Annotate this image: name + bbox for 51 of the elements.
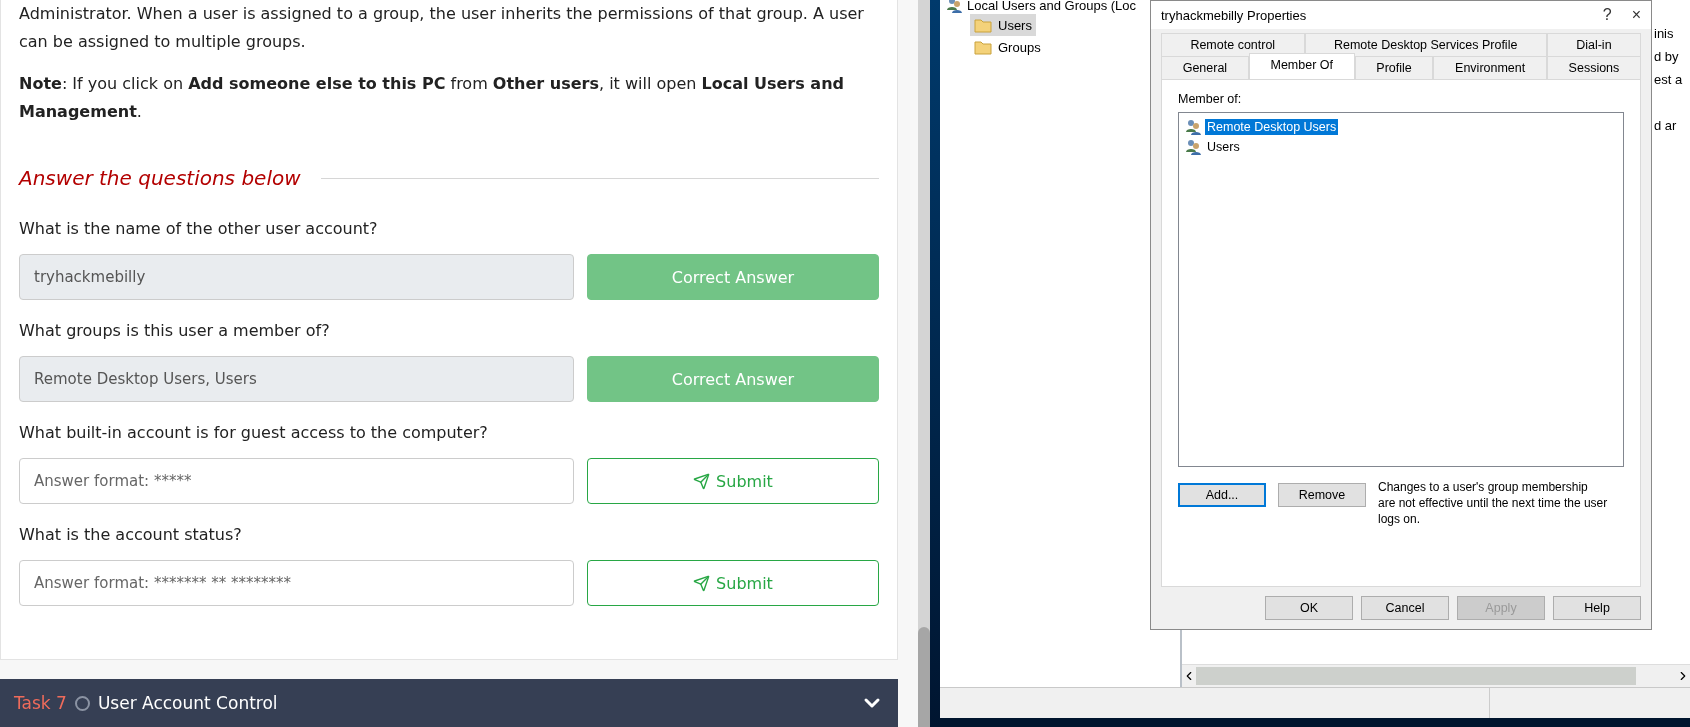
paper-plane-icon	[693, 472, 711, 490]
task-number: Task 7	[14, 693, 67, 713]
tab[interactable]: Member Of	[1248, 53, 1355, 79]
group-item[interactable]: Users	[1205, 139, 1242, 155]
section-heading: Answer the questions below	[19, 166, 301, 190]
question-text: What is the name of the other user account?	[19, 218, 379, 240]
list-text: inis	[1654, 26, 1675, 43]
list-text: d ar	[1654, 118, 1678, 135]
group-icon	[1185, 119, 1202, 135]
question-text: What built-in account is for guest access to the computer?	[19, 422, 489, 444]
dialog-button[interactable]: Add...	[1178, 483, 1266, 507]
tab[interactable]: Remote control	[1161, 33, 1305, 56]
group-list[interactable]: Remote Desktop Users Users	[1178, 112, 1624, 467]
tab[interactable]: Dial-in	[1546, 33, 1641, 56]
tab[interactable]: Sessions	[1546, 56, 1641, 79]
dialog-button[interactable]: Help	[1553, 596, 1641, 620]
scrollbar[interactable]	[918, 0, 930, 727]
list-text: est a	[1654, 72, 1684, 89]
list-text: d by	[1654, 49, 1680, 66]
paper-plane-icon	[693, 574, 711, 592]
question-text: What is the account status?	[19, 524, 243, 546]
computer-users-icon	[946, 0, 963, 13]
group-item[interactable]: Remote Desktop Users	[1205, 119, 1339, 135]
membership-note: Changes to a user's group membership are not effective until the next time the user logs on.	[1378, 479, 1608, 527]
question-text: What groups is this user a member of?	[19, 320, 331, 342]
close-button[interactable]: ×	[1631, 6, 1641, 24]
dialog-button[interactable]: Cancel	[1361, 596, 1449, 620]
tab[interactable]: Profile	[1354, 56, 1434, 79]
dialog-button[interactable]: OK	[1265, 596, 1353, 620]
tree-root[interactable]: Local Users and Groups (Loc	[967, 0, 1137, 13]
dialog-button[interactable]: Remove	[1278, 483, 1366, 507]
paragraph: Administrator. When a user is assigned to a group, the user inherits the permissions of that group. A user can be assigned to multiple groups.	[19, 3, 865, 53]
tab[interactable]: Remote Desktop Services Profile	[1304, 33, 1547, 56]
folder-icon	[974, 17, 992, 33]
help-button[interactable]: ?	[1602, 6, 1612, 24]
answer-field[interactable]: Answer format: ******* ** ********	[19, 560, 574, 606]
tree-item[interactable]: Groups	[970, 36, 1045, 58]
task-title: User Account Control	[97, 693, 279, 713]
scrollbar-thumb[interactable]	[1196, 667, 1636, 685]
group-icon	[1185, 139, 1202, 155]
answer-field[interactable]: Remote Desktop Users, Users	[19, 356, 574, 402]
tab[interactable]: Environment	[1433, 56, 1547, 79]
field-label: Member of:	[1178, 92, 1243, 106]
dialog-title: tryhackmebilly Properties	[1161, 7, 1308, 23]
note-paragraph: Note: If you click on Add someone else to this PC from Other users, it will open Local Users and Management.	[19, 73, 845, 123]
answer-field[interactable]: tryhackmebilly	[19, 254, 574, 300]
task-header[interactable]: Task 7 User Account Control	[0, 679, 898, 727]
answer-field[interactable]: Answer format: *****	[19, 458, 574, 504]
folder-icon	[974, 39, 992, 55]
tree-item[interactable]: Users	[970, 14, 1036, 36]
tab[interactable]: General	[1161, 56, 1249, 79]
